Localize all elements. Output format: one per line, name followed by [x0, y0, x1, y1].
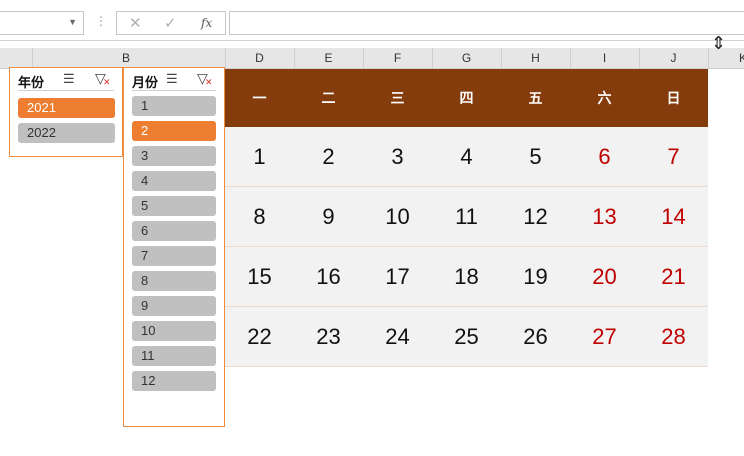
column-header-b[interactable]: B	[116, 51, 136, 65]
calendar-week-row: 8 9 10 11 12 13 14	[225, 187, 708, 247]
column-header-i[interactable]: I	[570, 51, 639, 65]
calendar-day[interactable]: 25	[432, 307, 501, 367]
slicer-title: 年份	[18, 75, 45, 90]
calendar-day[interactable]: 15	[225, 247, 294, 307]
more-icon: ⋮	[95, 14, 107, 28]
calendar-day[interactable]: 14	[639, 187, 708, 247]
calendar-day[interactable]: 26	[501, 307, 570, 367]
slicer-item-2022[interactable]: 2022	[18, 123, 115, 143]
calendar-day[interactable]: 17	[363, 247, 432, 307]
weekday-label: 三	[390, 90, 405, 106]
column-header-g[interactable]: G	[432, 51, 501, 65]
calendar-day[interactable]: 16	[294, 247, 363, 307]
calendar-day[interactable]: 9	[294, 187, 363, 247]
calendar-day[interactable]: 8	[225, 187, 294, 247]
multi-select-icon[interactable]: ☰	[166, 71, 178, 87]
name-box[interactable]: ▼	[0, 11, 84, 35]
formula-input[interactable]	[229, 11, 744, 35]
column-headers: B D E F G H I J K	[0, 48, 744, 69]
weekday-header: 一 二 三 四 五 六 日	[225, 69, 708, 127]
calendar-day[interactable]: 20	[570, 247, 639, 307]
calendar: 一 二 三 四 五 六 日 1 2 3 4 5 6 7 8 9 10 11 12 13 14 15 16 17 1…	[225, 69, 708, 367]
slicer-header: 年份 ☰ ▽ ✕	[18, 70, 114, 91]
calendar-day[interactable]: 7	[639, 127, 708, 187]
calendar-day[interactable]: 4	[432, 127, 501, 187]
calendar-day[interactable]: 27	[570, 307, 639, 367]
calendar-day[interactable]: 5	[501, 127, 570, 187]
calendar-day[interactable]: 1	[225, 127, 294, 187]
slicer-item-month-6[interactable]: 6	[132, 221, 216, 241]
slicer-item-2021[interactable]: 2021	[18, 98, 115, 118]
column-header-h[interactable]: H	[501, 51, 570, 65]
slicer-header: 月份 ☰ ▽ ✕	[132, 70, 216, 91]
weekday-label: 六	[597, 90, 612, 106]
slicer-item-month-1[interactable]: 1	[132, 96, 216, 116]
column-header-f[interactable]: F	[363, 51, 432, 65]
year-slicer[interactable]: 年份 ☰ ▽ ✕ 2021 2022	[9, 67, 123, 157]
calendar-day[interactable]: 13	[570, 187, 639, 247]
clear-filter-icon[interactable]: ▽ ✕	[197, 70, 213, 87]
slicer-item-month-11[interactable]: 11	[132, 346, 216, 366]
calendar-day[interactable]: 28	[639, 307, 708, 367]
slicer-title: 月份	[132, 75, 159, 90]
column-header-j[interactable]: J	[639, 51, 708, 65]
column-header-k[interactable]: K	[738, 51, 744, 65]
weekday-label: 日	[666, 90, 681, 106]
calendar-day[interactable]: 10	[363, 187, 432, 247]
slicer-item-month-5[interactable]: 5	[132, 196, 216, 216]
weekday-label: 五	[528, 90, 543, 106]
resize-cursor-icon: ⇕	[711, 33, 727, 53]
clear-filter-icon[interactable]: ▽ ✕	[95, 70, 111, 87]
calendar-day[interactable]: 22	[225, 307, 294, 367]
calendar-day[interactable]: 12	[501, 187, 570, 247]
chevron-down-icon[interactable]: ▼	[68, 17, 77, 27]
slicer-item-month-3[interactable]: 3	[132, 146, 216, 166]
slicer-item-month-4[interactable]: 4	[132, 171, 216, 191]
month-slicer[interactable]: 月份 ☰ ▽ ✕ 1 2 3 4 5 6 7 8 9 10 11 12	[123, 67, 225, 427]
calendar-week-row: 15 16 17 18 19 20 21	[225, 247, 708, 307]
weekday-label: 二	[321, 90, 336, 106]
formula-buttons: ✕ ✓ fx	[116, 11, 226, 35]
calendar-day[interactable]: 2	[294, 127, 363, 187]
calendar-week-row: 1234567	[225, 127, 708, 187]
column-header-e[interactable]: E	[294, 51, 363, 65]
slicer-item-month-9[interactable]: 9	[132, 296, 216, 316]
slicer-item-month-8[interactable]: 8	[132, 271, 216, 291]
slicer-item-month-12[interactable]: 12	[132, 371, 216, 391]
column-header-d[interactable]: D	[225, 51, 294, 65]
weekday-label: 一	[252, 90, 267, 106]
calendar-day[interactable]: 18	[432, 247, 501, 307]
calendar-day[interactable]: 24	[363, 307, 432, 367]
cancel-icon[interactable]: ✕	[129, 14, 142, 32]
enter-icon[interactable]: ✓	[164, 14, 177, 32]
calendar-day[interactable]: 11	[432, 187, 501, 247]
calendar-week-row: 22 23 24 25 26 27 28	[225, 307, 708, 367]
slicer-item-month-7[interactable]: 7	[132, 246, 216, 266]
calendar-day[interactable]: 21	[639, 247, 708, 307]
slicer-item-month-2[interactable]: 2	[132, 121, 216, 141]
weekday-label: 四	[459, 90, 474, 106]
insert-function-icon[interactable]: fx	[201, 16, 212, 30]
calendar-grid: 1 2 3 4 5 6 7 8 9 10 11 12 13 14 15 16 17 18 19 20 21 22 23 24 2…	[225, 127, 708, 367]
slicer-item-month-10[interactable]: 10	[132, 321, 216, 341]
formula-bar: ▼ ⋮ ✕ ✓ fx	[0, 0, 744, 41]
calendar-day[interactable]: 19	[501, 247, 570, 307]
calendar-day[interactable]: 23	[294, 307, 363, 367]
calendar-day[interactable]: 3	[363, 127, 432, 187]
calendar-day[interactable]: 6	[570, 127, 639, 187]
multi-select-icon[interactable]: ☰	[63, 71, 75, 87]
